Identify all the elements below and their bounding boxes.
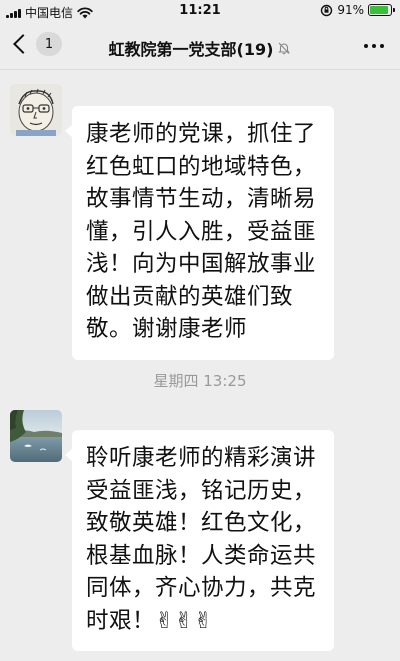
message-bubble[interactable]: 聆听康老师的精彩演讲 受益匪浅，铭记历史， 致敬英雄！红色文化， 根基血脉！人类… xyxy=(65,430,334,651)
message-timestamp: 星期四 13:25 xyxy=(153,372,247,390)
back-button[interactable]: 1 xyxy=(10,32,62,56)
chevron-left-icon xyxy=(13,34,33,54)
message-text-line: 故事情节生动，清晰易 xyxy=(86,186,317,212)
message-text-line: 康老师的党课，抓住了 xyxy=(86,121,317,147)
bell-off-icon xyxy=(277,41,291,55)
sketch-face-avatar xyxy=(10,84,62,136)
chat-header: 1 虹教院第一党支部(19) xyxy=(0,22,400,70)
battery-level xyxy=(370,6,389,14)
message-text-line: 做出贡献的英雄们致 xyxy=(86,283,294,310)
chat-title[interactable]: 虹教院第一党支部(19) xyxy=(60,36,340,60)
more-options-button[interactable] xyxy=(364,44,384,48)
message-text-line: 根基血脉！人类命运共 xyxy=(86,542,317,569)
message-text-line: 时艰！✌✌✌ xyxy=(86,607,214,634)
more-dots-icon xyxy=(364,44,368,48)
battery-icon xyxy=(368,4,395,16)
message-text-line: 受益匪浅，铭记历史， xyxy=(86,477,317,504)
message-text-line: 致敬英雄！红色文化， xyxy=(86,510,317,536)
message-text-line: 红色虹口的地域特色， xyxy=(86,153,317,180)
status-bar: 中国电信 11:21 91% xyxy=(0,0,400,22)
lake-photo-avatar xyxy=(10,410,62,462)
sender-avatar[interactable] xyxy=(10,84,62,136)
group-name: 虹教院第一党支部(19) xyxy=(108,40,274,59)
sender-avatar[interactable] xyxy=(10,410,62,462)
status-right: 91% xyxy=(320,3,395,17)
message-text-line: 浅！向为中国解放事业 xyxy=(86,251,317,277)
message-text-line: 聆听康老师的精彩演讲 xyxy=(86,445,317,471)
message-bubble[interactable]: 康老师的党课，抓住了 红色虹口的地域特色， 故事情节生动，清晰易 懂，引人入胜，… xyxy=(65,106,334,360)
message-text-line: 敬。谢谢康老师 xyxy=(86,316,248,342)
orientation-lock-icon xyxy=(321,4,333,16)
battery-percent: 91% xyxy=(337,3,364,17)
message-text-line: 同体，齐心协力，共克 xyxy=(86,575,317,601)
unread-count-badge: 1 xyxy=(36,32,62,56)
message-text-line: 懂，引人入胜，受益匪 xyxy=(86,218,317,245)
